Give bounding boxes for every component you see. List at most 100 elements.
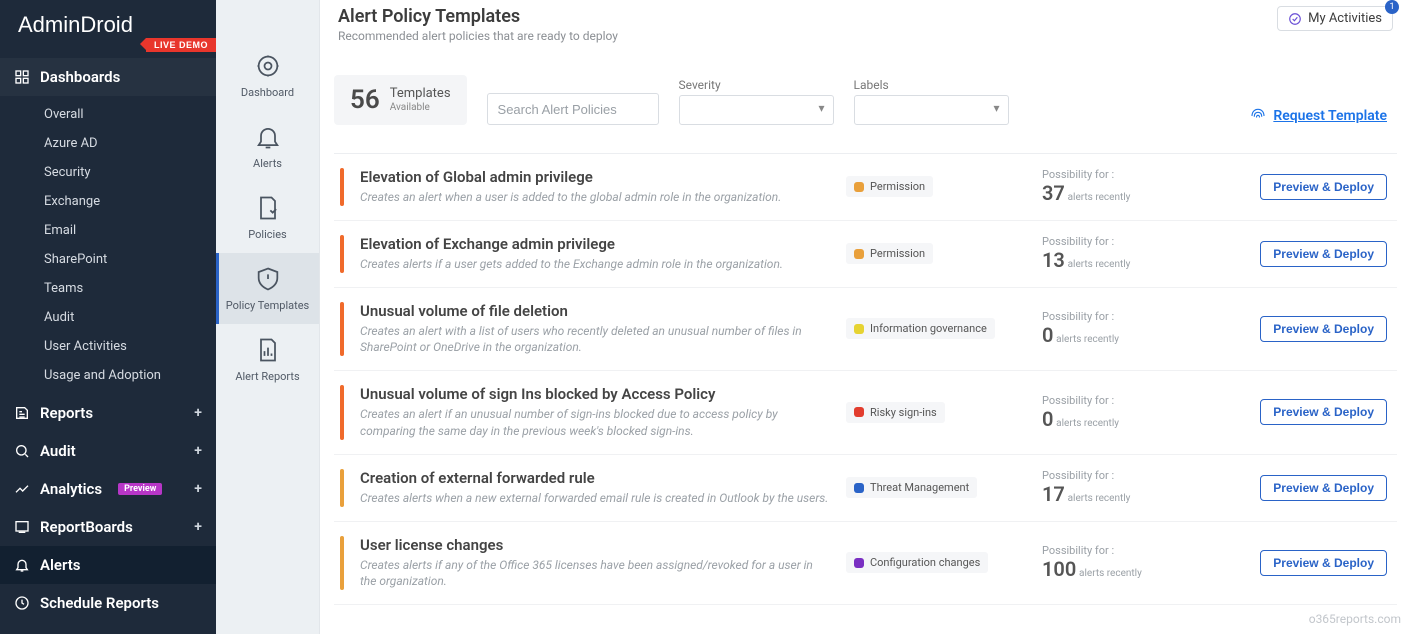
tag-color-swatch [854, 483, 864, 493]
sec-policy-templates-label: Policy Templates [226, 299, 309, 312]
page-subtitle: Recommended alert policies that are read… [338, 29, 618, 43]
bell-outline-icon [254, 123, 282, 151]
policy-title: User license changes [360, 536, 830, 554]
nav-schedule-label: Schedule Reports [40, 594, 159, 612]
fingerprint-icon [1249, 107, 1267, 125]
alert-count: 13 [1042, 248, 1065, 272]
nav-sub-item[interactable]: Exchange [0, 187, 216, 216]
tag-label: Permission [870, 180, 925, 193]
request-template-link[interactable]: Request Template [1249, 107, 1387, 125]
request-template-label: Request Template [1273, 108, 1387, 124]
possibility-block: Possibility for : 13 alerts recently [1042, 235, 1182, 272]
search-input[interactable] [487, 93, 659, 125]
nav-sub-item[interactable]: Teams [0, 274, 216, 303]
nav-reports[interactable]: Reports + [0, 394, 216, 432]
sec-alerts-label: Alerts [253, 157, 282, 170]
preview-badge: Preview [118, 483, 162, 495]
severity-dropdown[interactable] [679, 95, 834, 125]
possibility-block: Possibility for : 100 alerts recently [1042, 544, 1182, 581]
severity-stripe [340, 168, 344, 206]
nav-sub-item[interactable]: Overall [0, 100, 216, 129]
nav-analytics[interactable]: Analytics Preview + [0, 470, 216, 508]
main-content: Alert Policy Templates Recommended alert… [320, 0, 1411, 634]
nav-sub-item[interactable]: Usage and Adoption [0, 361, 216, 390]
possibility-label: Possibility for : [1042, 168, 1182, 181]
alerts-recently-label: alerts recently [1079, 568, 1142, 579]
alerts-recently-label: alerts recently [1056, 418, 1119, 429]
dashboard-icon [14, 69, 30, 85]
nav-dashboards-label: Dashboards [40, 68, 120, 86]
policy-description: Creates alerts when a new external forwa… [360, 490, 830, 507]
nav-sub-item[interactable]: User Activities [0, 332, 216, 361]
preview-deploy-button[interactable]: Preview & Deploy [1260, 475, 1387, 501]
preview-deploy-button[interactable]: Preview & Deploy [1260, 316, 1387, 342]
shield-icon [254, 265, 282, 293]
possibility-block: Possibility for : 17 alerts recently [1042, 469, 1182, 506]
possibility-block: Possibility for : 0 alerts recently [1042, 394, 1182, 431]
labels-dropdown[interactable] [854, 95, 1009, 125]
preview-deploy-button[interactable]: Preview & Deploy [1260, 241, 1387, 267]
nav-dashboards-submenu: OverallAzure ADSecurityExchangeEmailShar… [0, 96, 216, 394]
preview-deploy-button[interactable]: Preview & Deploy [1260, 174, 1387, 200]
nav-sub-item[interactable]: SharePoint [0, 245, 216, 274]
report-icon [254, 336, 282, 364]
expand-icon: + [194, 405, 202, 421]
sec-policy-templates[interactable]: Policy Templates [216, 253, 319, 324]
policy-card: Elevation of Global admin privilege Crea… [334, 154, 1397, 221]
page-header: Alert Policy Templates Recommended alert… [320, 0, 1411, 53]
policies-icon [254, 194, 282, 222]
possibility-label: Possibility for : [1042, 394, 1182, 407]
nav-alerts[interactable]: Alerts [0, 546, 216, 584]
preview-deploy-button[interactable]: Preview & Deploy [1260, 399, 1387, 425]
policy-description: Creates an alert if an unusual number of… [360, 406, 830, 440]
alert-count: 0 [1042, 323, 1053, 347]
policy-template-list[interactable]: Elevation of Global admin privilege Crea… [334, 154, 1397, 614]
nav-dashboards[interactable]: Dashboards [0, 58, 216, 96]
policy-card: Unusual volume of sign Ins blocked by Ac… [334, 371, 1397, 455]
expand-icon: + [194, 481, 202, 497]
nav-reportboards[interactable]: ReportBoards + [0, 508, 216, 546]
policy-description: Creates an alert with a list of users wh… [360, 323, 830, 357]
tag-color-swatch [854, 249, 864, 259]
sec-alert-reports[interactable]: Alert Reports [216, 324, 319, 395]
secondary-sidebar: Dashboard Alerts Policies Policy Templat… [216, 0, 320, 634]
severity-filter-label: Severity [679, 78, 834, 92]
nav-sub-item[interactable]: Security [0, 158, 216, 187]
template-count-sub: Available [390, 102, 451, 113]
policy-tag: Information governance [846, 318, 995, 339]
policy-tag: Permission [846, 243, 933, 264]
template-count: 56 [350, 85, 380, 115]
alerts-recently-label: alerts recently [1068, 192, 1131, 203]
nav-analytics-label: Analytics [40, 480, 102, 498]
expand-icon: + [194, 519, 202, 535]
alert-count: 37 [1042, 181, 1065, 205]
sec-policies-label: Policies [248, 228, 286, 241]
page-title: Alert Policy Templates [338, 6, 618, 27]
alerts-recently-label: alerts recently [1068, 259, 1131, 270]
possibility-block: Possibility for : 0 alerts recently [1042, 310, 1182, 347]
policy-card: Creation of external forwarded rule Crea… [334, 455, 1397, 522]
sec-dashboard[interactable]: Dashboard [216, 40, 319, 111]
sec-policies[interactable]: Policies [216, 182, 319, 253]
sec-alerts[interactable]: Alerts [216, 111, 319, 182]
toolbar: 56 Templates Available Severity Labels [334, 65, 1397, 154]
alert-count: 100 [1042, 557, 1076, 581]
alert-count: 17 [1042, 482, 1065, 506]
nav-sub-item[interactable]: Email [0, 216, 216, 245]
nav-audit[interactable]: Audit + [0, 432, 216, 470]
preview-deploy-button[interactable]: Preview & Deploy [1260, 550, 1387, 576]
my-activities-label: My Activities [1308, 11, 1382, 26]
my-activities-button[interactable]: My Activities 1 [1277, 6, 1393, 31]
dashboard-outline-icon [254, 52, 282, 80]
tag-color-swatch [854, 182, 864, 192]
primary-sidebar: AdminDroid LIVE DEMO Dashboards OverallA… [0, 0, 216, 634]
tag-color-swatch [854, 407, 864, 417]
tag-color-swatch [854, 324, 864, 334]
nav-sub-item[interactable]: Azure AD [0, 129, 216, 158]
brand-text: AdminDroid [18, 12, 133, 37]
severity-stripe [340, 469, 344, 507]
nav-schedule[interactable]: Schedule Reports [0, 584, 216, 622]
policy-tag: Permission [846, 176, 933, 197]
template-count-box: 56 Templates Available [334, 75, 467, 125]
nav-sub-item[interactable]: Audit [0, 303, 216, 332]
